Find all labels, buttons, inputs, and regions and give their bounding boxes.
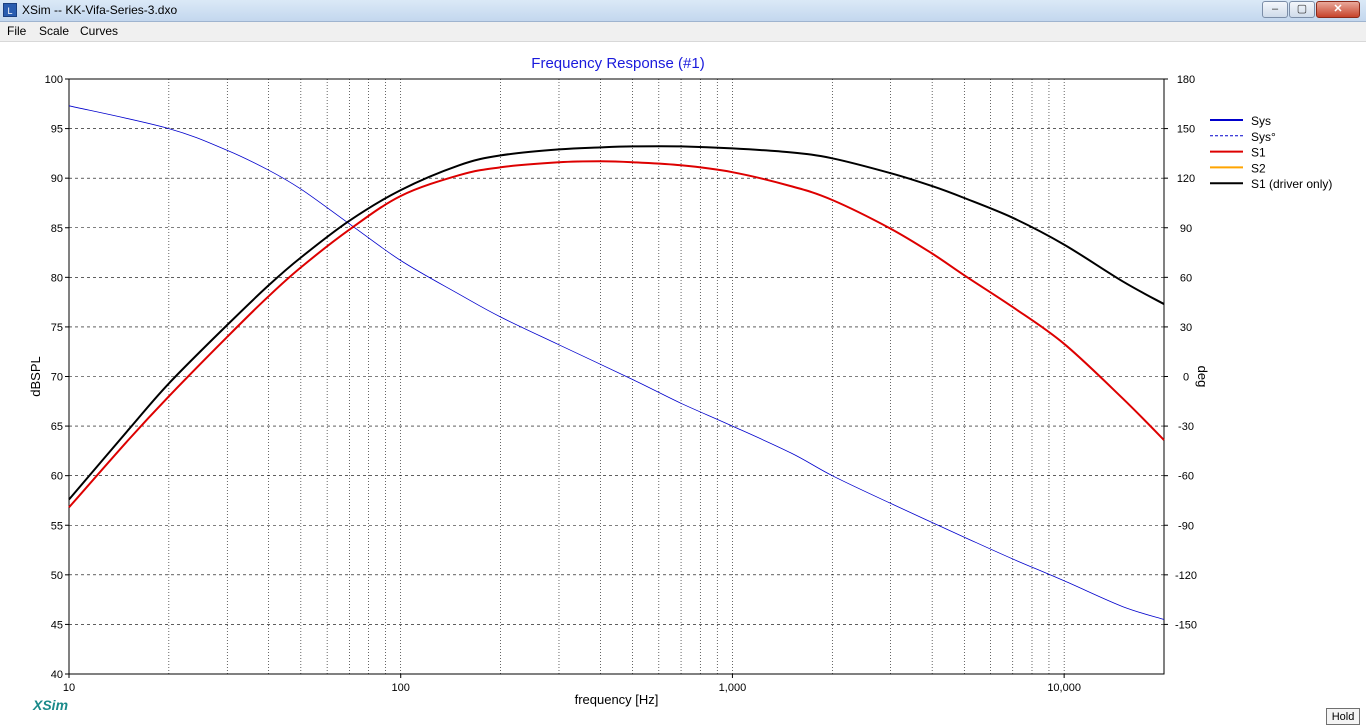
y-tick-label: 55 (51, 520, 63, 532)
y2-tick-label: 60 (1180, 272, 1192, 284)
y2-tick-label: -30 (1178, 421, 1194, 433)
series-line-s1 (68, 160, 1165, 509)
y2-tick-label: 180 (1177, 74, 1195, 86)
y2-axis-label: deg (1195, 366, 1210, 388)
y-tick-label: 95 (51, 124, 63, 136)
legend-entry: S1 (1251, 146, 1266, 160)
y-tick-label: 50 (51, 570, 63, 582)
hold-button[interactable]: Hold (1326, 708, 1360, 725)
y-tick-label: 80 (51, 272, 63, 284)
legend-entry: S1 (driver only) (1251, 177, 1332, 191)
legend-entry: Sys (1251, 114, 1271, 128)
y2-tick-label: -90 (1178, 520, 1194, 532)
y2-tick-label: 150 (1177, 124, 1195, 136)
y2-tick-label: -60 (1178, 471, 1194, 483)
x-tick-label: 10 (63, 682, 75, 694)
x-tick-label: 1,000 (719, 682, 747, 694)
y-tick-label: 60 (51, 471, 63, 483)
series-line-sys (68, 105, 1165, 620)
y2-tick-label: 90 (1180, 223, 1192, 235)
y-tick-label: 90 (51, 173, 63, 185)
legend-entry: Sys° (1251, 130, 1276, 144)
y2-tick-label: 30 (1180, 322, 1192, 334)
y2-tick-label: -150 (1175, 619, 1197, 631)
x-axis-label: frequency [Hz] (575, 692, 659, 707)
y2-tick-label: 120 (1177, 173, 1195, 185)
y-tick-label: 40 (51, 669, 63, 681)
y2-tick-label: 0 (1183, 372, 1189, 384)
frequency-response-chart[interactable]: 1009590858075706560555045401801501209060… (0, 0, 1366, 728)
y-tick-label: 100 (45, 74, 63, 86)
series-line-s1-driver-only (68, 145, 1165, 501)
y-tick-label: 45 (51, 619, 63, 631)
y-tick-label: 65 (51, 421, 63, 433)
y2-tick-label: -120 (1175, 570, 1197, 582)
y-tick-label: 75 (51, 322, 63, 334)
x-tick-label: 100 (392, 682, 410, 694)
x-tick-label: 10,000 (1047, 682, 1081, 694)
xsim-brand-logo: XSim (33, 697, 69, 713)
legend-entry: S2 (1251, 161, 1266, 175)
y-tick-label: 85 (51, 223, 63, 235)
y-axis-label: dBSPL (28, 356, 43, 396)
y-tick-label: 70 (51, 372, 63, 384)
